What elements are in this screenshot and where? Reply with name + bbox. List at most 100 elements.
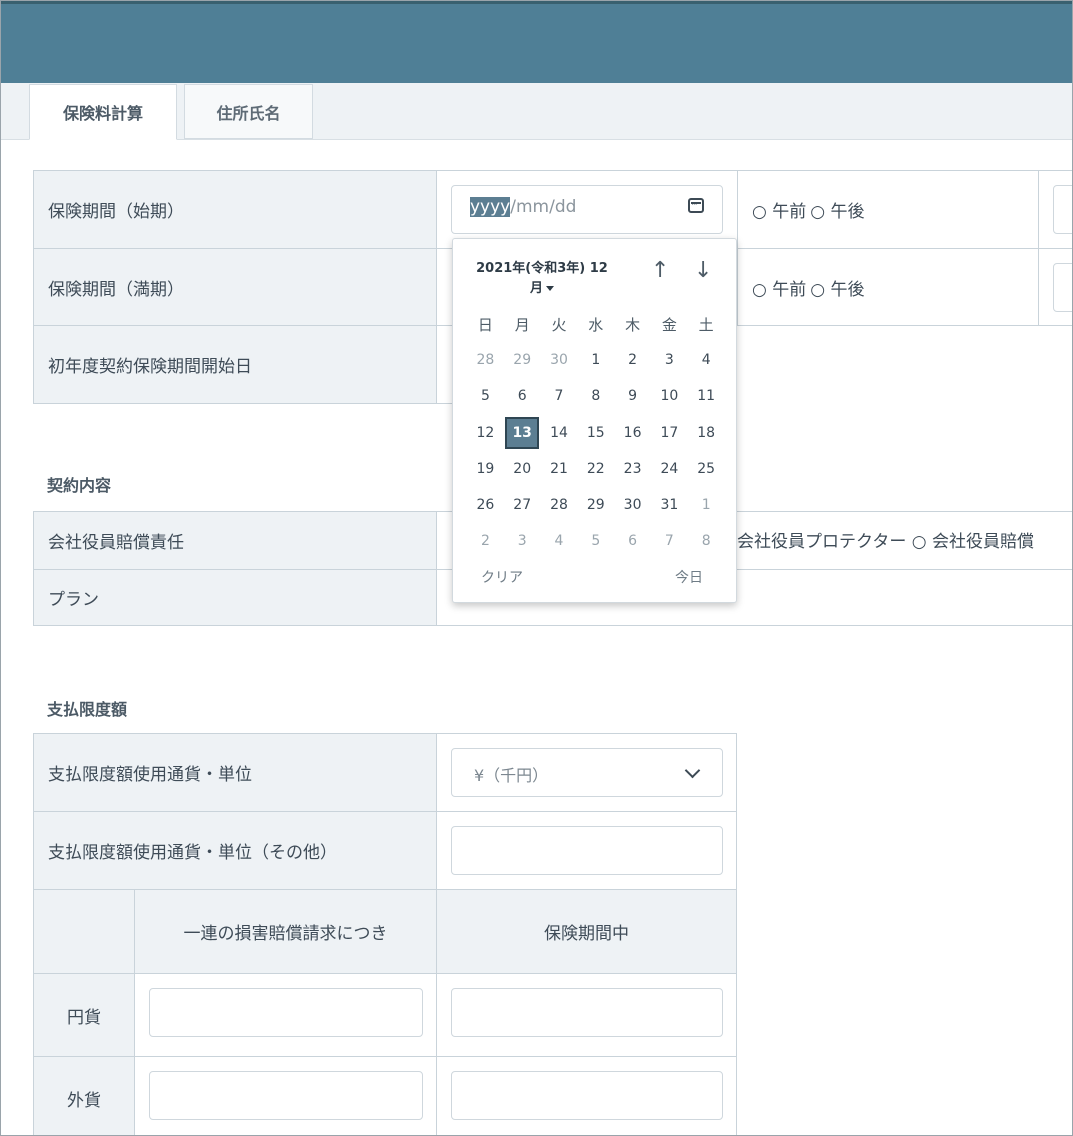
day-cell[interactable]: 4 [541, 525, 578, 557]
day-cell[interactable]: 3 [504, 525, 541, 557]
currency-selected-value: ¥（千円） [474, 766, 549, 785]
tab-premium-calc[interactable]: 保険料計算 [29, 84, 177, 140]
foreign-per-claim-cell [134, 1056, 437, 1135]
date-rest-segment[interactable]: /mm/dd [510, 197, 576, 217]
day-cell[interactable]: 15 [577, 417, 614, 449]
day-cell[interactable]: 23 [614, 453, 651, 485]
day-cell[interactable]: 1 [688, 489, 725, 521]
day-cell[interactable]: 21 [541, 453, 578, 485]
day-cell[interactable]: 28 [467, 344, 504, 376]
start-pm-radio[interactable]: ○ 午後 [810, 197, 864, 222]
jpy-period-cell [436, 973, 737, 1057]
start-date-input[interactable]: yyyy/mm/dd [451, 185, 723, 234]
day-cell[interactable]: 16 [614, 417, 651, 449]
day-cell[interactable]: 7 [651, 525, 688, 557]
datepicker-popup: 2021年(令和3年) 12 月 ↑ ↓ 日 月 火 水 木 金 土 28 29… [452, 238, 737, 603]
row-jpy-label: 円貨 [33, 973, 135, 1057]
caret-down-icon [546, 286, 554, 291]
datepicker-title-line1: 2021年(令和3年) 12 [476, 261, 608, 276]
end-time-input[interactable] [1053, 263, 1072, 312]
currency-other-input[interactable] [451, 826, 723, 875]
day-cell[interactable]: 2 [467, 525, 504, 557]
weekday-header-row: 日 月 火 水 木 金 土 [467, 306, 725, 342]
week-row: 28 29 30 1 2 3 4 [467, 342, 725, 378]
datepicker-next-button[interactable]: ↓ [694, 258, 712, 283]
day-cell[interactable]: 19 [467, 453, 504, 485]
day-cell[interactable]: 22 [577, 453, 614, 485]
header-bar [1, 1, 1072, 83]
day-cell[interactable]: 14 [541, 417, 578, 449]
week-row: 2 3 4 5 6 7 8 [467, 523, 725, 559]
day-cell[interactable]: 8 [577, 380, 614, 412]
day-cell[interactable]: 25 [688, 453, 725, 485]
foreign-period-input[interactable] [451, 1071, 723, 1120]
day-cell[interactable]: 30 [614, 489, 651, 521]
directors-label: 会社役員賠償責任 [33, 511, 437, 570]
day-cell[interactable]: 8 [688, 525, 725, 557]
day-cell[interactable]: 2 [614, 344, 651, 376]
currency-select[interactable]: ¥（千円） [451, 748, 723, 797]
day-cell[interactable]: 3 [651, 344, 688, 376]
week-row: 26 27 28 29 30 31 1 [467, 487, 725, 523]
contract-section-title: 契約内容 [47, 476, 112, 495]
start-time-cell [1038, 170, 1072, 249]
day-cell[interactable]: 27 [504, 489, 541, 521]
jpy-period-input[interactable] [451, 988, 723, 1037]
limits-section-title: 支払限度額 [47, 700, 128, 719]
day-cell[interactable]: 20 [504, 453, 541, 485]
row-foreign-label: 外貨 [33, 1056, 135, 1135]
app-window: 保険料計算 住所氏名 保険期間（始期） yyyy/mm/dd ○ 午前 ○ 午後… [0, 0, 1073, 1136]
weekday-label: 土 [698, 315, 714, 334]
day-cell[interactable]: 4 [688, 344, 725, 376]
day-cell[interactable]: 17 [651, 417, 688, 449]
jpy-per-claim-input[interactable] [149, 988, 423, 1037]
jpy-per-claim-cell [134, 973, 437, 1057]
end-time-cell [1038, 248, 1072, 326]
day-cell[interactable]: 29 [577, 489, 614, 521]
day-cell[interactable]: 12 [467, 417, 504, 449]
start-am-radio[interactable]: ○ 午前 [752, 197, 806, 222]
day-cell[interactable]: 24 [651, 453, 688, 485]
week-row: 5 6 7 8 9 10 11 [467, 378, 725, 414]
datepicker-today-button[interactable]: 今日 [675, 567, 703, 587]
weekday-label: 木 [625, 315, 641, 334]
weekday-label: 水 [588, 315, 604, 334]
col-per-claim-header: 一連の損害賠償請求につき [134, 889, 437, 974]
datepicker-month-title[interactable]: 2021年(令和3年) 12 月 [467, 259, 617, 299]
day-cell[interactable]: 1 [577, 344, 614, 376]
day-cell[interactable]: 5 [467, 380, 504, 412]
date-year-segment[interactable]: yyyy [470, 197, 511, 217]
day-cell[interactable]: 5 [577, 525, 614, 557]
datepicker-clear-button[interactable]: クリア [481, 567, 523, 587]
day-cell[interactable]: 11 [688, 380, 725, 412]
end-period-label: 保険期間（満期） [33, 248, 437, 326]
day-cell[interactable]: 31 [651, 489, 688, 521]
datepicker-prev-button[interactable]: ↑ [651, 258, 669, 283]
datepicker-title-line2: 月 [529, 281, 543, 296]
end-ampm-cell: ○ 午前 ○ 午後 [737, 248, 1039, 326]
day-cell[interactable]: 26 [467, 489, 504, 521]
day-cell[interactable]: 28 [541, 489, 578, 521]
day-cell[interactable]: 18 [688, 417, 725, 449]
tab-address-name[interactable]: 住所氏名 [184, 84, 313, 139]
calendar-icon[interactable] [688, 198, 704, 213]
day-cell[interactable]: 29 [504, 344, 541, 376]
col-period-header: 保険期間中 [436, 889, 737, 974]
end-am-radio[interactable]: ○ 午前 [752, 275, 806, 300]
end-pm-radio[interactable]: ○ 午後 [810, 275, 864, 300]
currency-cell: ¥（千円） [436, 733, 737, 812]
day-cell[interactable]: 6 [504, 380, 541, 412]
day-cell[interactable]: 10 [651, 380, 688, 412]
currency-other-label: 支払限度額使用通貨・単位（その他） [33, 811, 437, 890]
foreign-per-claim-input[interactable] [149, 1071, 423, 1120]
day-cell[interactable]: 30 [541, 344, 578, 376]
weekday-label: 火 [551, 315, 567, 334]
start-time-input[interactable] [1053, 185, 1072, 234]
start-ampm-cell: ○ 午前 ○ 午後 [737, 170, 1039, 249]
directors-options[interactable]: 会社役員プロテクター ○ 会社役員賠償 [737, 527, 1034, 552]
day-cell-selected[interactable]: 13 [505, 416, 540, 449]
day-cell[interactable]: 6 [614, 525, 651, 557]
day-cell[interactable]: 9 [614, 380, 651, 412]
day-cell[interactable]: 7 [541, 380, 578, 412]
weekday-label: 金 [661, 315, 677, 334]
